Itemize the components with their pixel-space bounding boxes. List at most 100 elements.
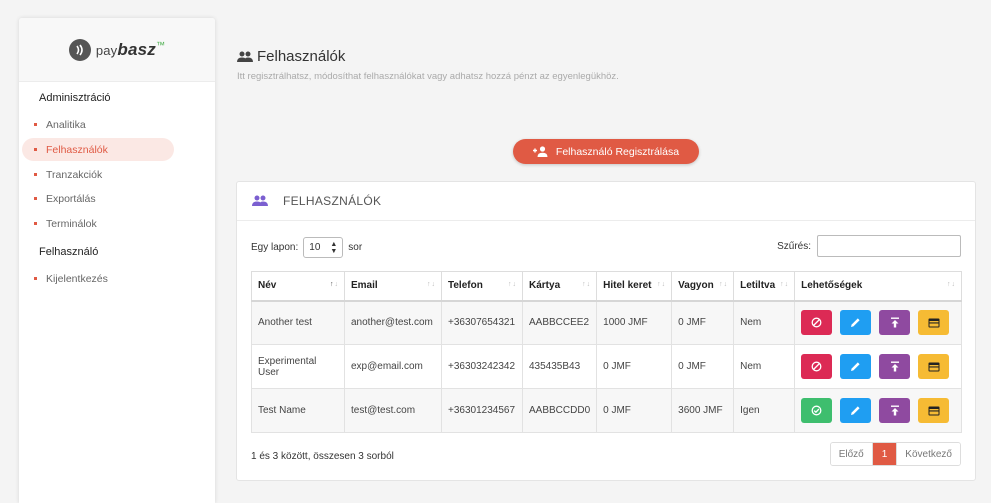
edit-user-button[interactable] — [840, 354, 872, 379]
card-button[interactable] — [918, 310, 950, 336]
sidebar-item-terminalok[interactable]: Terminálok — [22, 212, 174, 235]
sidebar-item-label: Tranzakciók — [46, 168, 103, 181]
credit-card-icon — [928, 318, 940, 328]
pencil-icon — [851, 406, 860, 415]
sidebar-item-analitika[interactable]: Analitika — [22, 113, 174, 136]
table-row: Another test another@test.com +363076543… — [251, 300, 962, 345]
sort-icon: ↑↓ — [582, 281, 592, 288]
cell-card: AABBCCDD0 — [521, 388, 598, 433]
table-info: 1 és 3 között, összesen 3 sorból — [251, 451, 394, 462]
pagination-current[interactable]: 1 — [872, 443, 897, 465]
cell-credit: 0 JMF — [596, 388, 673, 433]
col-header-options[interactable]: Lehetőségek ↑↓ — [794, 271, 962, 302]
cell-balance: 0 JMF — [671, 344, 735, 389]
cell-phone: +36301234567 — [441, 388, 523, 433]
pagination-next[interactable]: Következő — [896, 443, 960, 465]
cell-balance: 0 JMF — [671, 300, 735, 345]
page-length-select[interactable]: 10 ▲ ▼ — [303, 237, 344, 258]
topup-balance-button[interactable] — [879, 310, 911, 336]
sidebar-section-user: Felhasználó — [39, 246, 99, 258]
sidebar-item-felhasznalok[interactable]: Felhasználók — [22, 138, 174, 161]
card-header: FELHASZNÁLÓK — [237, 182, 975, 221]
cell-actions — [794, 300, 962, 345]
sort-icon: ↑↓ — [780, 281, 790, 288]
cell-actions — [794, 344, 962, 389]
credit-card-icon — [928, 362, 940, 371]
page-title-text: Felhasználók — [257, 48, 346, 65]
sort-icon: ↑↓ — [657, 281, 667, 288]
col-header-blocked[interactable]: Letiltva ↑↓ — [733, 271, 796, 302]
sort-icon: ↑↓ — [947, 281, 956, 288]
users-icon — [237, 51, 253, 63]
person-add-icon — [532, 146, 548, 157]
cell-email: exp@email.com — [344, 344, 442, 389]
table-row: Test Name test@test.com +36301234567 AAB… — [251, 388, 962, 433]
block-user-button[interactable] — [801, 310, 833, 336]
register-user-label: Felhasználó Regisztrálása — [555, 145, 680, 158]
pencil-icon — [851, 318, 860, 328]
col-header-card[interactable]: Kártya ↑↓ — [521, 271, 598, 302]
sidebar-item-label: Exportálás — [46, 192, 96, 205]
col-header-balance[interactable]: Vagyon ↑↓ — [671, 271, 735, 302]
block-icon — [811, 361, 822, 372]
contactless-icon — [68, 38, 91, 61]
cell-email: test@test.com — [344, 388, 442, 433]
cell-name: Test Name — [251, 388, 345, 433]
col-header-email[interactable]: Email ↑↓ — [344, 271, 442, 302]
cell-blocked: Nem — [733, 300, 796, 345]
bullet-icon — [34, 222, 37, 225]
upload-icon — [890, 317, 899, 328]
cell-name: Experimental User — [251, 344, 345, 389]
pencil-icon — [851, 362, 860, 371]
sidebar-item-label: Kijelentkezés — [46, 272, 108, 285]
sidebar-section-admin: Adminisztráció — [39, 92, 111, 104]
col-header-phone[interactable]: Telefon ↑↓ — [441, 271, 523, 302]
sort-icon: ↑↓ — [508, 281, 517, 288]
bullet-icon — [34, 123, 37, 126]
table-header-row: Név ↑↓ Email ↑↓ Telefon ↑↓ Kártya ↑↓ Hitel k… — [251, 271, 962, 302]
filter-input[interactable] — [817, 235, 961, 257]
sidebar-item-label: Terminálok — [46, 217, 97, 230]
brand-logo[interactable]: paybasz™ — [19, 18, 215, 82]
topup-balance-button[interactable] — [879, 354, 911, 379]
cell-card: AABBCCEE2 — [521, 300, 598, 345]
page-length-value: 10 — [309, 242, 321, 253]
users-card: FELHASZNÁLÓK Egy lapon: 10 ▲ ▼ sor Szűrés… — [236, 181, 976, 481]
pagination-prev[interactable]: Előző — [830, 443, 873, 465]
sidebar-item-kijelentkezes[interactable]: Kijelentkezés — [22, 267, 174, 290]
sidebar-item-label: Felhasználók — [46, 143, 108, 156]
card-title: FELHASZNÁLÓK — [283, 194, 382, 208]
bullet-icon — [34, 197, 37, 200]
cell-card: 435435B43 — [521, 344, 598, 389]
unblock-user-button[interactable] — [801, 398, 833, 423]
pagination: Előző 1 Következő — [829, 442, 961, 466]
updown-arrow-icon: ▲ ▼ — [330, 240, 338, 255]
register-user-button[interactable]: Felhasználó Regisztrálása — [513, 139, 699, 164]
page-subtitle: Itt regisztrálhatsz, módosíthat felhaszn… — [237, 71, 619, 82]
col-header-name[interactable]: Név ↑↓ — [251, 271, 345, 302]
card-button[interactable] — [918, 354, 950, 379]
sort-icon: ↑↓ — [330, 281, 339, 288]
edit-user-button[interactable] — [840, 310, 872, 336]
cell-name: Another test — [251, 300, 345, 345]
sidebar-item-tranzakciok[interactable]: Tranzakciók — [22, 163, 174, 186]
users-icon — [251, 195, 269, 207]
sidebar-item-exportalas[interactable]: Exportálás — [22, 187, 174, 210]
bullet-icon — [34, 277, 37, 280]
card-button[interactable] — [918, 398, 950, 423]
check-circle-icon — [811, 405, 822, 416]
sidebar: paybasz™ — [19, 18, 215, 503]
col-header-credit[interactable]: Hitel keret ↑↓ — [596, 271, 673, 302]
topup-balance-button[interactable] — [879, 398, 911, 423]
page-length-suffix: sor — [348, 242, 363, 253]
cell-phone: +36303242342 — [441, 344, 523, 389]
edit-user-button[interactable] — [840, 398, 872, 423]
block-user-button[interactable] — [801, 354, 833, 379]
cell-blocked: Nem — [733, 344, 796, 389]
users-table: Név ↑↓ Email ↑↓ Telefon ↑↓ Kártya ↑↓ Hitel k… — [251, 271, 962, 433]
table-row: Experimental User exp@email.com +3630324… — [251, 344, 962, 389]
bullet-icon — [34, 173, 37, 176]
block-icon — [811, 317, 822, 328]
credit-card-icon — [928, 406, 940, 415]
sort-icon: ↑↓ — [427, 281, 436, 288]
